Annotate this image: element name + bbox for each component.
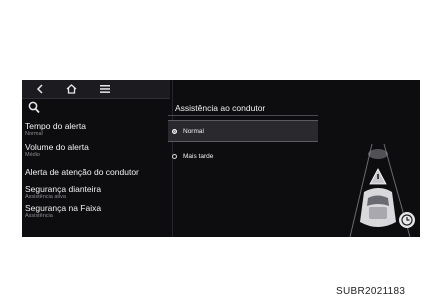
car-warning-illustration xyxy=(349,143,415,237)
menu-item-label: Segurança dianteira xyxy=(25,184,102,194)
radio-unselected-icon[interactable] xyxy=(172,153,177,159)
warning-mark-icon xyxy=(377,174,379,179)
figure-caption: SUBR2021183 xyxy=(336,286,406,297)
menu-item-label: Tempo do alerta xyxy=(25,121,86,131)
menu-icon[interactable] xyxy=(98,82,112,96)
search-icon[interactable] xyxy=(28,101,40,114)
title-divider xyxy=(168,115,318,116)
back-icon[interactable] xyxy=(34,82,46,96)
option-label: Mais tarde xyxy=(183,152,214,160)
option-label: Normal xyxy=(183,127,204,135)
menu-item-forward-safety[interactable]: Segurança dianteira Assistência ativa xyxy=(25,184,170,201)
panel-title: Assistência ao condutor xyxy=(175,103,266,113)
car-roof-icon xyxy=(369,207,387,219)
menu-item-alert-volume[interactable]: Volume do alerta Médio xyxy=(25,142,170,159)
lead-car-glow-icon xyxy=(368,149,388,159)
menu-item-value: Normal xyxy=(25,131,43,137)
top-toolbar xyxy=(22,80,170,99)
home-icon[interactable] xyxy=(64,82,78,96)
menu-item-label: Volume do alerta xyxy=(25,142,89,152)
menu-item-lane-safety[interactable]: Segurança na Faixa Assistência xyxy=(25,203,170,220)
menu-item-alert-timing[interactable]: Tempo do alerta Normal xyxy=(25,121,170,138)
menu-item-value: Assistência ativa xyxy=(25,194,66,200)
menu-item-value: Médio xyxy=(25,152,40,158)
radio-selected-icon[interactable] xyxy=(172,128,177,134)
menu-item-label: Alerta de atenção do condutor xyxy=(25,167,139,177)
menu-item-value: Assistência xyxy=(25,213,53,219)
option-normal[interactable]: Normal xyxy=(168,120,318,142)
menu-item-label: Segurança na Faixa xyxy=(25,203,102,213)
infotainment-screen: Tempo do alerta Normal Volume do alerta … xyxy=(22,80,420,237)
menu-item-driver-attention-warning[interactable]: Alerta de atenção do condutor xyxy=(25,167,170,177)
option-later[interactable]: Mais tarde xyxy=(168,146,318,166)
